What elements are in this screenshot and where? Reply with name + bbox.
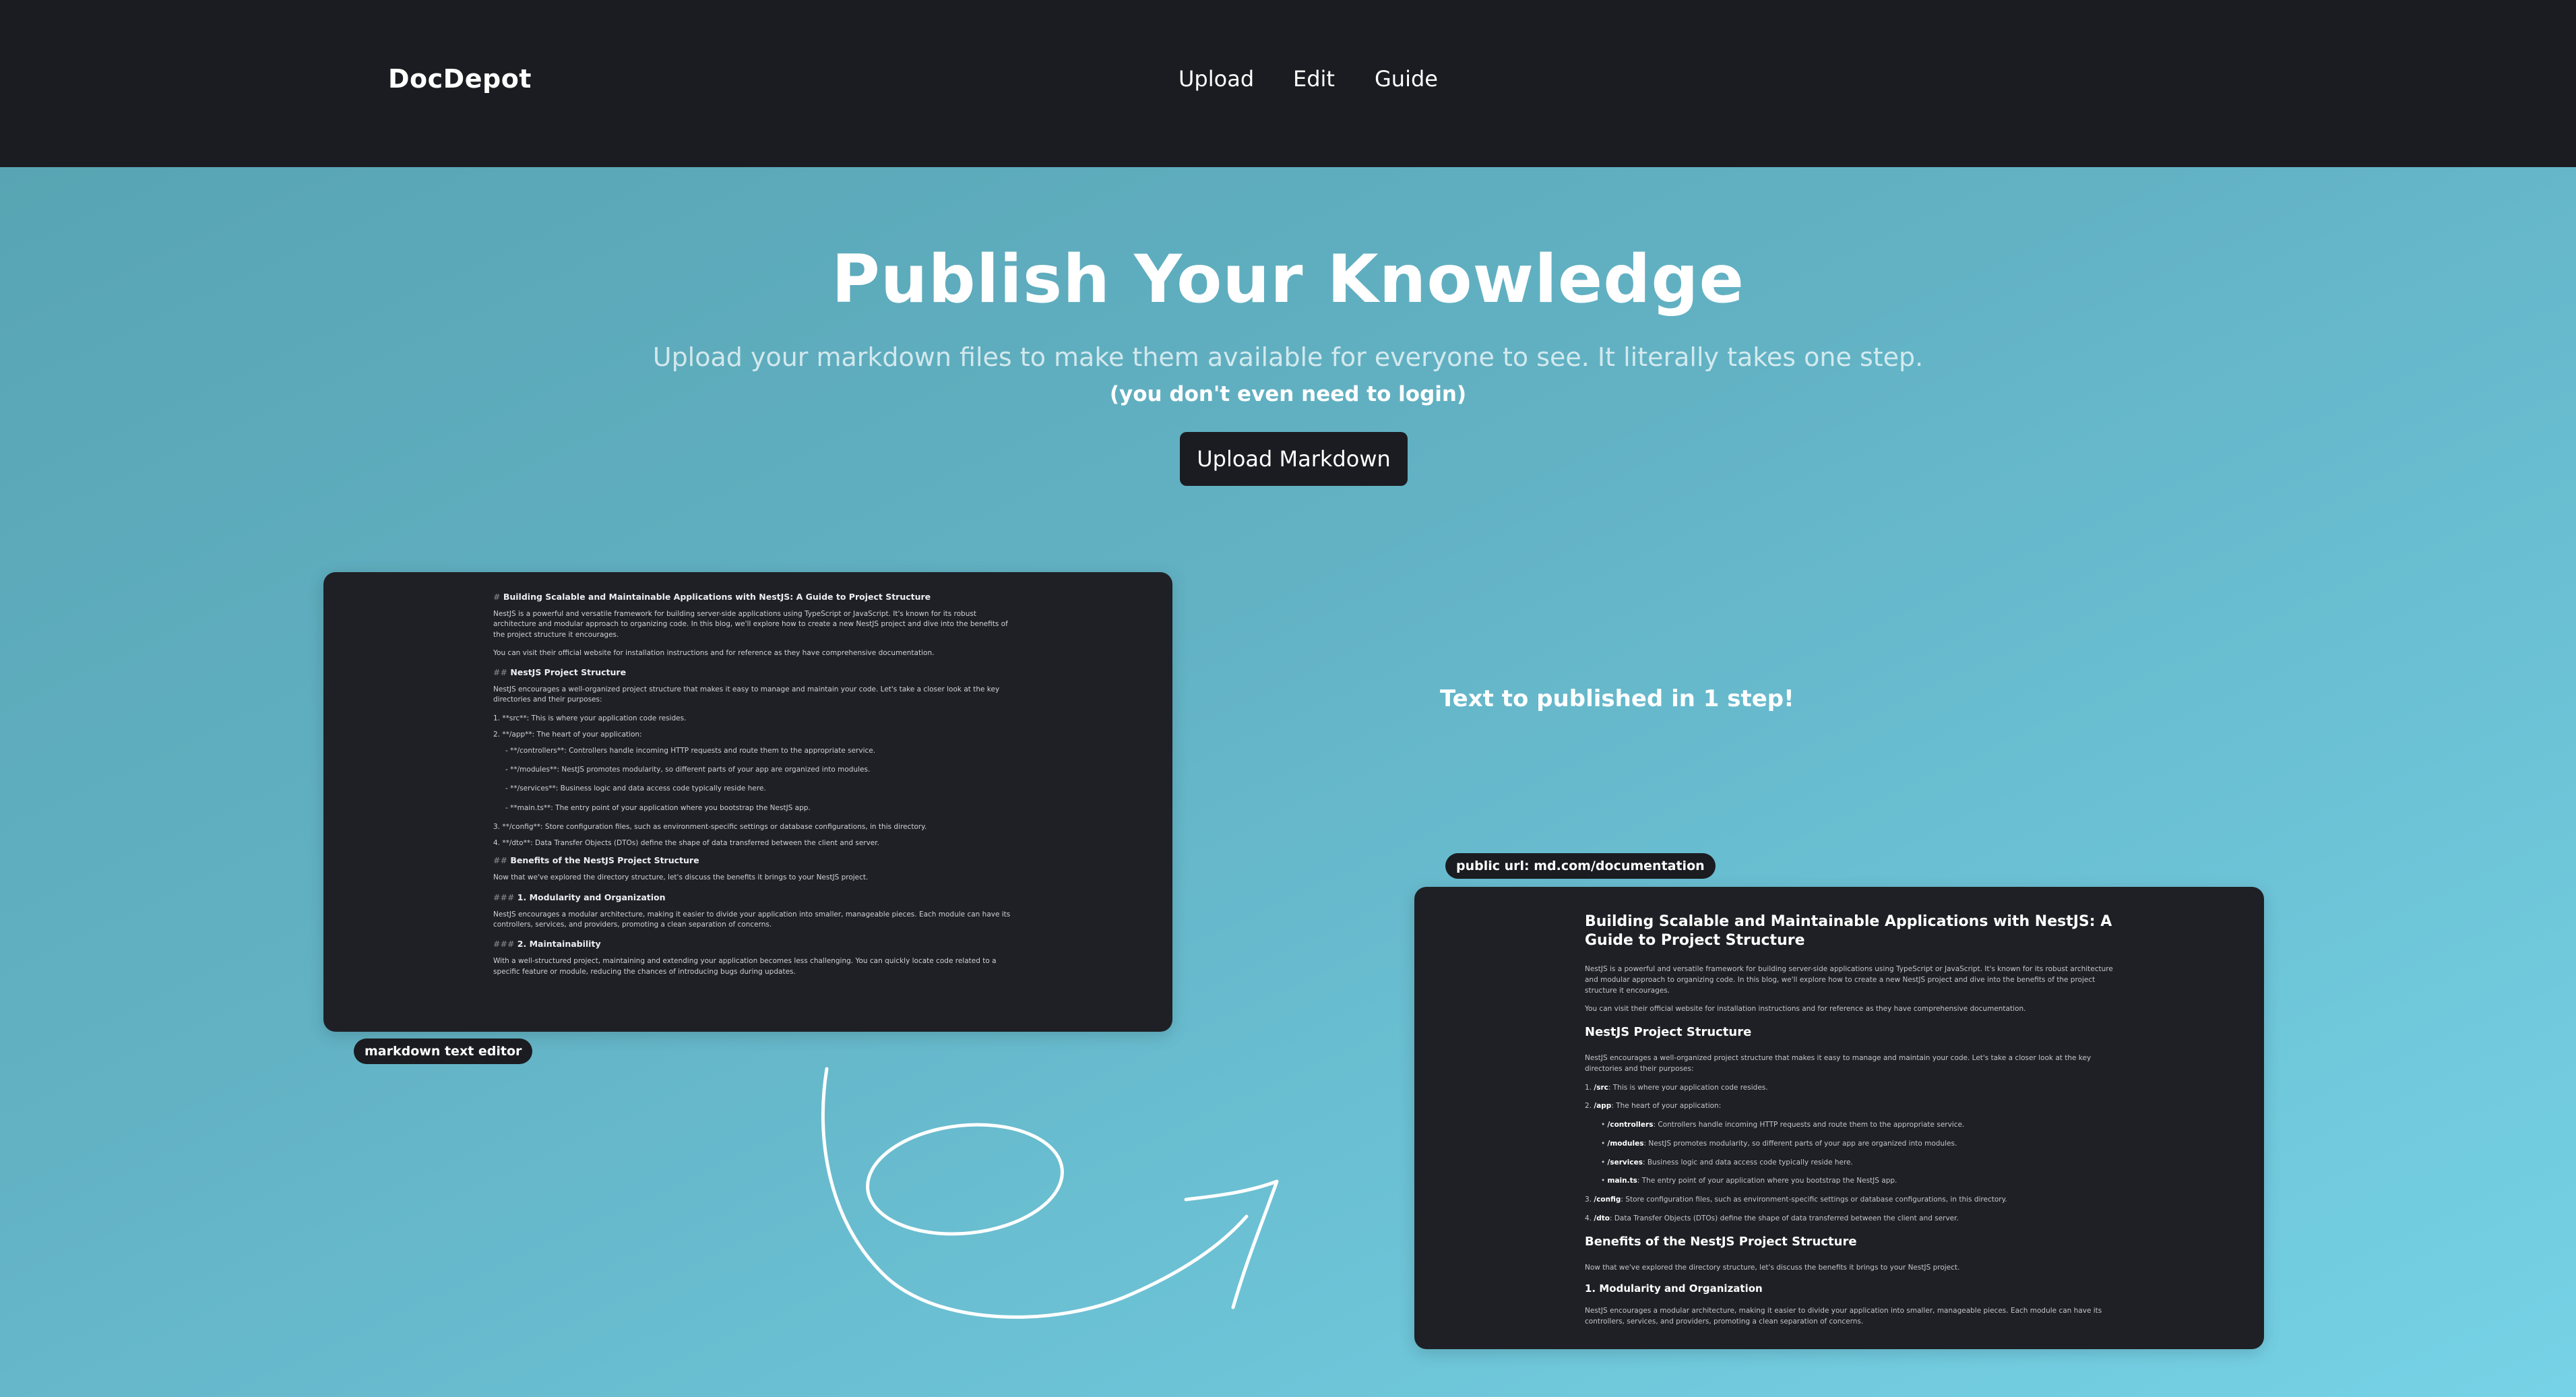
md-paragraph: You can visit their official website for… bbox=[493, 648, 935, 657]
doc-paragraph: NestJS encourages a well-organized proje… bbox=[1585, 1054, 2092, 1073]
md-paragraph: Now that we've explored the directory st… bbox=[493, 873, 869, 882]
md-paragraph: NestJS encourages a modular architecture… bbox=[493, 910, 1011, 929]
doc-subheading: 1. Modularity and Organization bbox=[1585, 1282, 1763, 1295]
doc-title: Building Scalable and Maintainable Appli… bbox=[1585, 913, 2112, 949]
md-heading: # Building Scalable and Maintainable App… bbox=[493, 592, 931, 602]
doc-heading: Benefits of the NestJS Project Structure bbox=[1585, 1234, 1857, 1249]
nav-upload-link[interactable]: Upload bbox=[1179, 66, 1254, 92]
doc-paragraph: Now that we've explored the directory st… bbox=[1585, 1263, 1960, 1272]
nav-edit-link[interactable]: Edit bbox=[1293, 66, 1335, 92]
main-nav: Upload Edit Guide bbox=[0, 66, 2576, 100]
hero-note: (you don't even need to login) bbox=[1109, 382, 1467, 406]
hero-title: Publish Your Knowledge bbox=[831, 241, 1745, 318]
markdown-editor-label: markdown text editor bbox=[354, 1038, 533, 1064]
md-sublist-item: - **/controllers**: Controllers handle i… bbox=[505, 747, 876, 755]
md-sublist-item: - **/services**: Business logic and data… bbox=[505, 784, 766, 793]
doc-sublist-item: • /modules: NestJS promotes modularity, … bbox=[1601, 1139, 1957, 1148]
doc-paragraph: NestJS encourages a modular architecture… bbox=[1585, 1306, 2102, 1326]
doc-heading: NestJS Project Structure bbox=[1585, 1025, 1752, 1039]
rendered-document: Building Scalable and Maintainable Appli… bbox=[1585, 912, 2117, 1335]
doc-paragraph: NestJS is a powerful and versatile frame… bbox=[1585, 965, 2113, 995]
md-sublist-item: - **/modules**: NestJS promotes modulari… bbox=[505, 766, 871, 774]
md-heading: ## NestJS Project Structure bbox=[493, 667, 627, 677]
loop-arrow-icon bbox=[821, 1067, 1279, 1319]
step-caption: Text to published in 1 step! bbox=[1440, 685, 1794, 712]
markdown-editor-preview[interactable]: # Building Scalable and Maintainable App… bbox=[323, 572, 1172, 1032]
md-list-item: 4. **/dto**: Data Transfer Objects (DTOs… bbox=[493, 839, 879, 848]
nav-guide-link[interactable]: Guide bbox=[1375, 66, 1438, 92]
md-paragraph: NestJS encourages a well-organized proje… bbox=[493, 685, 1000, 704]
doc-list-item: 3. /config: Store configuration files, s… bbox=[1585, 1196, 2007, 1204]
doc-list-item: 2. /app: The heart of your application: bbox=[1585, 1102, 1722, 1111]
hero-subtitle: Upload your markdown files to make them … bbox=[652, 342, 1924, 372]
doc-paragraph: You can visit their official website for… bbox=[1585, 1005, 2026, 1014]
published-page-preview[interactable]: Building Scalable and Maintainable Appli… bbox=[1414, 887, 2264, 1349]
markdown-source: # Building Scalable and Maintainable App… bbox=[493, 591, 1019, 985]
doc-sublist-item: • main.ts: The entry point of your appli… bbox=[1601, 1177, 1897, 1185]
md-list-item: 1. **src**: This is where your applicati… bbox=[493, 714, 687, 722]
doc-list-item: 1. /src: This is where your application … bbox=[1585, 1083, 1768, 1092]
top-navbar: DocDepot Upload Edit Guide bbox=[0, 0, 2576, 167]
md-heading: ## Benefits of the NestJS Project Struct… bbox=[493, 855, 699, 866]
public-url-label[interactable]: public url: md.com/documentation bbox=[1445, 853, 1716, 879]
doc-list-item: 4. /dto: Data Transfer Objects (DTOs) de… bbox=[1585, 1214, 1959, 1222]
upload-markdown-button[interactable]: Upload Markdown bbox=[1180, 432, 1408, 486]
md-paragraph: NestJS is a powerful and versatile frame… bbox=[493, 610, 1008, 639]
md-heading: ### 1. Modularity and Organization bbox=[493, 892, 666, 902]
md-heading: ### 2. Maintainability bbox=[493, 939, 601, 950]
doc-sublist-item: • /services: Business logic and data acc… bbox=[1601, 1158, 1853, 1167]
md-list-item: 2. **/app**: The heart of your applicati… bbox=[493, 730, 642, 739]
md-sublist-item: - **main.ts**: The entry point of your a… bbox=[505, 803, 811, 812]
md-list-item: 3. **/config**: Store configuration file… bbox=[493, 822, 927, 831]
md-paragraph: With a well-structured project, maintain… bbox=[493, 957, 997, 976]
doc-sublist-item: • /controllers: Controllers handle incom… bbox=[1601, 1121, 1965, 1129]
